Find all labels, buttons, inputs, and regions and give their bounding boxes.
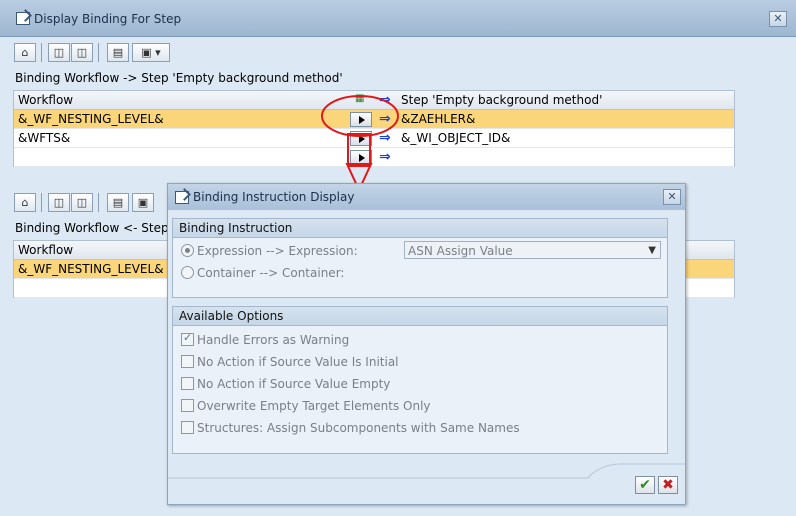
option-label: Overwrite Empty Target Elements Only <box>197 399 431 413</box>
highlight-ellipse <box>321 95 399 137</box>
print-icon[interactable]: ▤ <box>107 193 129 212</box>
checkbox[interactable] <box>181 331 194 346</box>
checkbox[interactable] <box>181 421 194 434</box>
chevron-down-icon: ▼ <box>648 245 656 256</box>
assign-value-dropdown[interactable]: ASN Assign Value ▼ <box>404 241 661 259</box>
binoculars-icon[interactable]: ◫ <box>48 193 70 212</box>
checkbox[interactable] <box>181 355 194 368</box>
binoculars-icon[interactable]: ◫ <box>48 43 70 62</box>
workflow-cell: &_WF_NESTING_LEVEL& <box>18 262 164 276</box>
option-handle-errors[interactable]: Handle Errors as Warning <box>181 331 350 347</box>
dialog-footer-decoration <box>168 463 685 479</box>
binding-icon[interactable]: ⌂ <box>14 193 36 212</box>
edit-icon <box>16 12 30 25</box>
column-header-workflow: Workflow <box>18 243 74 257</box>
step-cell <box>398 148 731 166</box>
edit-icon <box>175 191 189 204</box>
window-title-bar: Display Binding For Step ✕ <box>0 0 796 37</box>
option-label: Handle Errors as Warning <box>197 333 350 347</box>
step-cell: &_WI_OBJECT_ID& <box>401 131 511 145</box>
workflow-cell: &_WF_NESTING_LEVEL& <box>18 112 164 126</box>
toolbar-separator <box>41 43 42 62</box>
dialog-title-bar: Binding Instruction Display ✕ <box>168 184 685 210</box>
column-header-step: Step 'Empty background method' <box>401 93 603 107</box>
workflow-cell <box>15 148 348 166</box>
radio-indicator[interactable] <box>181 266 194 279</box>
window-close-button[interactable]: ✕ <box>769 11 787 27</box>
binding-instruction-dialog: Binding Instruction Display ✕ Binding In… <box>167 183 686 505</box>
print-icon[interactable]: ▤ <box>107 43 129 62</box>
toolbar-separator <box>98 193 99 212</box>
radio-indicator[interactable] <box>181 244 194 257</box>
expression-radio[interactable]: Expression --> Expression: <box>181 244 358 258</box>
cancel-button[interactable]: ✖ <box>658 476 678 494</box>
top-section-caption: Binding Workflow -> Step 'Empty backgrou… <box>15 71 343 85</box>
option-label: No Action if Source Value Empty <box>197 377 391 391</box>
column-header-workflow: Workflow <box>18 93 74 107</box>
binding-instruction-group: Binding Instruction Expression --> Expre… <box>172 218 668 298</box>
assign-value-text: ASN Assign Value <box>408 244 513 258</box>
option-label: No Action if Source Value Is Initial <box>197 355 399 369</box>
step-cell: &ZAEHLER& <box>401 112 476 126</box>
container-label: Container --> Container: <box>197 266 345 280</box>
option-no-action-initial[interactable]: No Action if Source Value Is Initial <box>181 355 399 369</box>
window-title: Display Binding For Step <box>34 12 182 26</box>
binding-icon[interactable]: ⌂ <box>14 43 36 62</box>
dialog-title: Binding Instruction Display <box>193 190 355 204</box>
expression-label: Expression --> Expression: <box>197 244 358 258</box>
checkbox[interactable] <box>181 399 194 412</box>
binoculars-next-icon[interactable]: ◫ <box>71 193 93 212</box>
workflow-cell: &WFTS& <box>18 131 71 145</box>
export-icon[interactable]: ▣ <box>132 193 154 212</box>
binoculars-next-icon[interactable]: ◫ <box>71 43 93 62</box>
footer-curve <box>168 463 685 479</box>
available-options-group: Available Options Handle Errors as Warni… <box>172 306 668 454</box>
group-heading: Available Options <box>173 307 667 326</box>
option-no-action-empty[interactable]: No Action if Source Value Empty <box>181 377 390 391</box>
toolbar-separator <box>41 193 42 212</box>
option-overwrite-empty[interactable]: Overwrite Empty Target Elements Only <box>181 399 431 413</box>
toolbar-separator <box>98 43 99 62</box>
highlight-box <box>347 133 371 167</box>
checkbox[interactable] <box>181 377 194 390</box>
confirm-button[interactable]: ✔ <box>635 476 655 494</box>
container-radio[interactable]: Container --> Container: <box>181 266 344 280</box>
option-label: Structures: Assign Subcomponents with Sa… <box>197 421 520 435</box>
option-structures-assign[interactable]: Structures: Assign Subcomponents with Sa… <box>181 421 520 435</box>
workflow-cell <box>15 279 168 297</box>
group-heading: Binding Instruction <box>173 219 667 238</box>
dialog-close-button[interactable]: ✕ <box>663 189 681 205</box>
bottom-section-caption: Binding Workflow <- Step ' <box>15 221 176 235</box>
export-icon[interactable]: ▣ ▾ <box>132 43 170 62</box>
